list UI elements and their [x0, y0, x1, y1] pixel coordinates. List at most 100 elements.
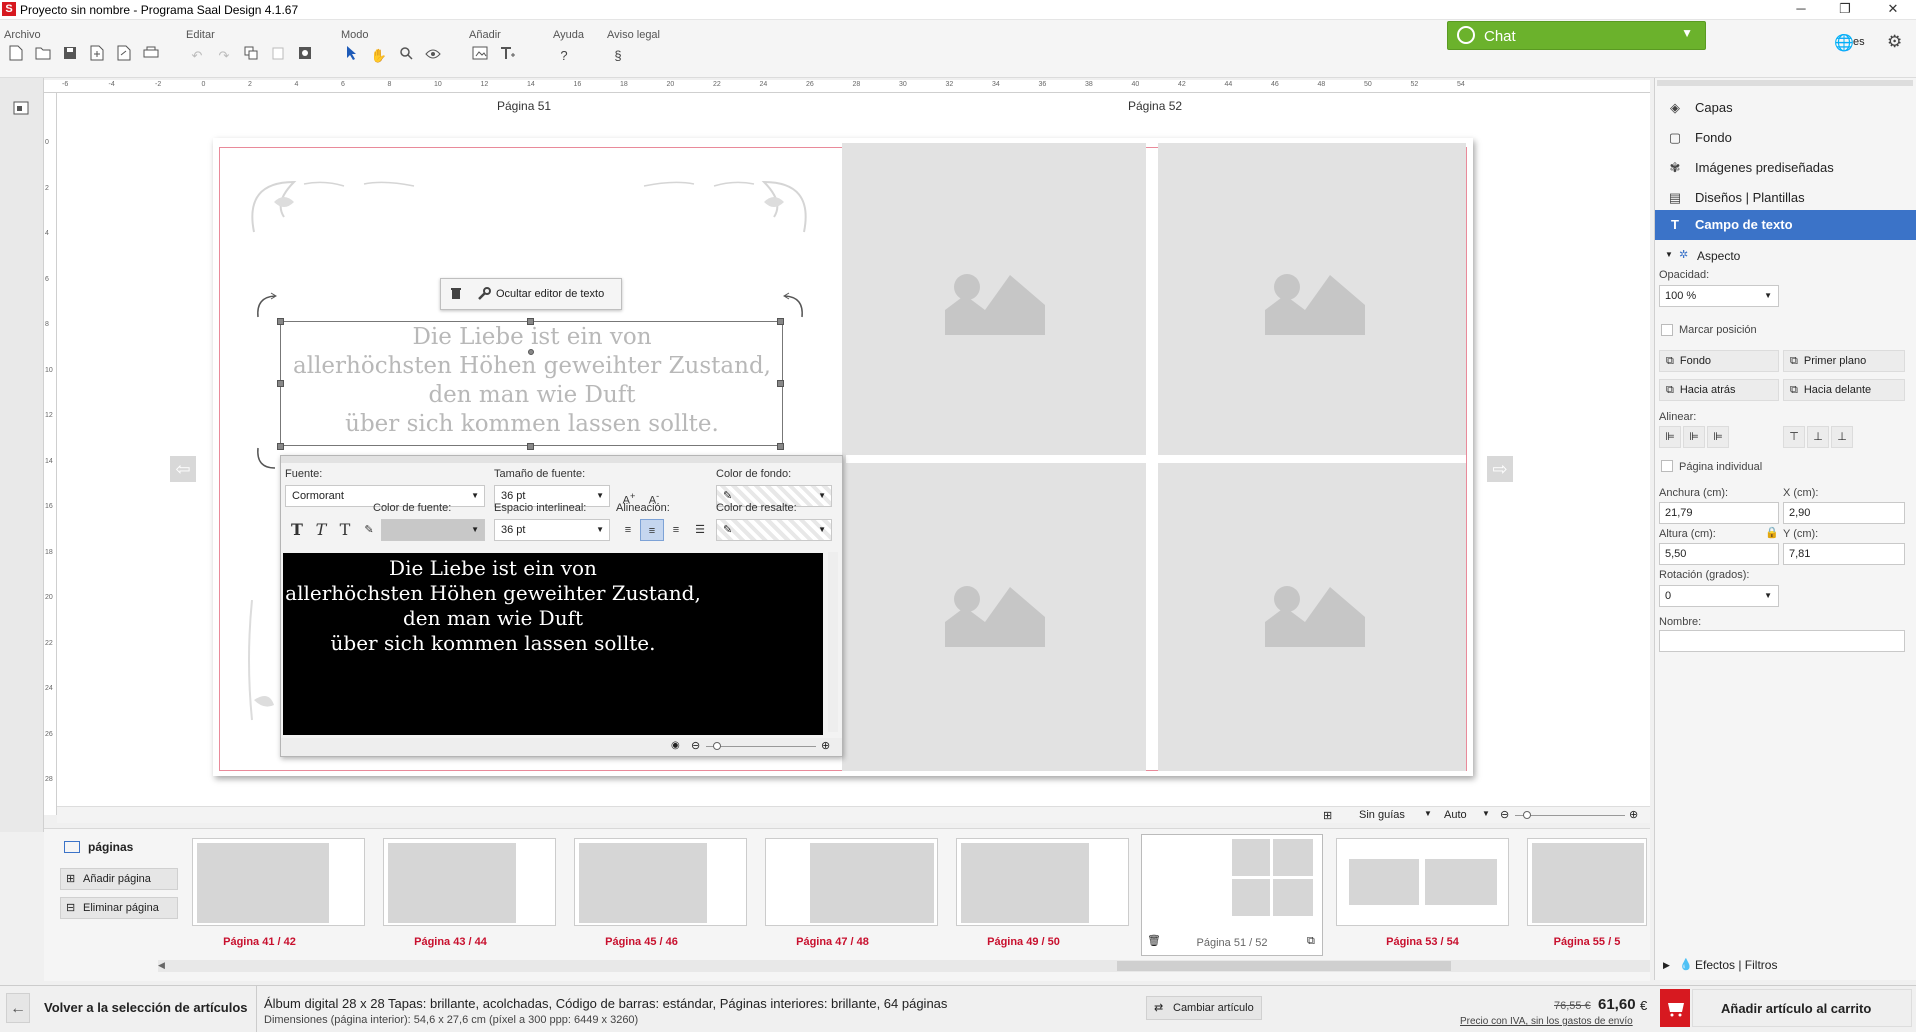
page-thumb-label[interactable]: Página 49 / 50	[937, 936, 1110, 948]
back-arrow-icon[interactable]: ←	[6, 993, 30, 1023]
page-thumb-label[interactable]: Página 47 / 48	[746, 936, 919, 948]
line-spacing-select[interactable]: 36 pt ▼	[494, 519, 610, 541]
zoom-icon[interactable]	[395, 45, 417, 67]
name-input[interactable]	[1659, 630, 1905, 652]
bring-forward-button[interactable]: ⧉ Hacia delante	[1783, 379, 1905, 401]
eyedropper-icon[interactable]: ✎	[357, 519, 381, 541]
eyedropper-icon[interactable]: ✎	[723, 490, 732, 502]
globe-icon[interactable]: 🌐	[1834, 33, 1854, 53]
minimize-button[interactable]: ─	[1778, 0, 1824, 20]
chevron-right-icon[interactable]: ▶	[1663, 960, 1670, 971]
eyedropper-icon[interactable]: ✎	[723, 524, 732, 536]
align-left-icon[interactable]: ≡	[616, 519, 640, 541]
regular-button[interactable]: T	[333, 519, 357, 541]
zoom-in-icon[interactable]: ⊕	[821, 739, 830, 752]
page-options-icon[interactable]: ⧉	[1307, 935, 1315, 948]
hand-pan-icon[interactable]: ✋	[368, 45, 390, 67]
align-vcenter-icon[interactable]: ⊥	[1807, 426, 1829, 448]
close-button[interactable]: ✕	[1870, 0, 1916, 20]
back-to-articles-link[interactable]: Volver a la selección de artículos	[44, 1000, 248, 1015]
align-center-icon[interactable]: ≡	[640, 519, 664, 541]
menu-anadir[interactable]: Añadir	[469, 29, 501, 41]
page-thumb[interactable]	[1336, 838, 1509, 926]
page-thumb-label[interactable]: Página 53 / 54	[1336, 936, 1509, 948]
rotation-select[interactable]: 0 ▼	[1659, 585, 1779, 607]
page-thumb[interactable]	[574, 838, 747, 926]
aspecto-heading[interactable]: Aspecto	[1697, 249, 1740, 263]
resize-handle[interactable]	[777, 443, 784, 450]
undo-icon[interactable]: ↶	[186, 45, 208, 67]
editor-text-area[interactable]: Die Liebe ist ein von allerhöchsten Höhe…	[283, 553, 823, 735]
image-tool-icon[interactable]	[294, 45, 316, 67]
align-right-edge-icon[interactable]: ⊫	[1707, 426, 1729, 448]
rotate-handle-icon[interactable]	[253, 292, 279, 320]
panel-item-text-field[interactable]: T Campo de texto	[1655, 210, 1916, 240]
bold-button[interactable]: T	[285, 519, 309, 541]
panel-handle[interactable]	[1657, 80, 1913, 86]
redo-icon[interactable]: ↷	[213, 45, 235, 67]
panel-item-templates[interactable]: ▤ Diseños | Plantillas	[1655, 183, 1916, 213]
export-icon[interactable]	[113, 45, 135, 67]
page-thumb-label[interactable]: Página 43 / 44	[364, 936, 537, 948]
y-input[interactable]: 7,81	[1783, 543, 1905, 565]
new-file-icon[interactable]	[5, 45, 27, 67]
highlight-color-picker[interactable]: ✎ ▼	[716, 519, 832, 541]
align-left-edge-icon[interactable]: ⊫	[1659, 426, 1681, 448]
align-justify-icon[interactable]: ☰	[688, 519, 712, 541]
lock-icon[interactable]: 🔒	[1765, 526, 1779, 539]
price-note-link[interactable]: Precio con IVA, sin los gastos de envío	[1460, 1016, 1633, 1027]
chevron-left-icon[interactable]: ◀	[158, 960, 165, 971]
panel-item-clipart[interactable]: ✾ Imágenes prediseñadas	[1655, 153, 1916, 183]
resize-handle[interactable]	[527, 443, 534, 450]
editor-zoom-slider[interactable]	[706, 746, 816, 747]
grid-icon[interactable]: ⊞	[1323, 809, 1332, 822]
page-thumb[interactable]	[1527, 838, 1647, 926]
preview-eye-icon[interactable]	[422, 45, 444, 67]
save-as-icon[interactable]	[86, 45, 108, 67]
menu-archivo[interactable]: Archivo	[4, 29, 41, 41]
add-text-icon[interactable]	[496, 45, 518, 67]
guides-select[interactable]: Sin guías	[1359, 809, 1405, 821]
menu-modo[interactable]: Modo	[341, 29, 369, 41]
resize-handle[interactable]	[277, 380, 284, 387]
menu-ayuda[interactable]: Ayuda	[553, 29, 584, 41]
cart-icon[interactable]	[1660, 989, 1690, 1027]
restore-button[interactable]: ❐	[1822, 0, 1868, 20]
height-input[interactable]: 5,50	[1659, 543, 1779, 565]
align-bottom-icon[interactable]: ⊥	[1831, 426, 1853, 448]
resize-handle[interactable]	[777, 380, 784, 387]
zoom-in-icon[interactable]: ⊕	[1629, 808, 1638, 821]
thumb-scrollbar[interactable]: ◀	[158, 960, 1650, 972]
chat-button[interactable]: Chat ▼	[1447, 21, 1706, 50]
remove-page-button[interactable]: ⊟ Eliminar página	[60, 897, 178, 919]
panel-item-fondo[interactable]: ▢ Fondo	[1655, 123, 1916, 153]
print-icon[interactable]	[140, 45, 162, 67]
send-to-back-button[interactable]: ⧉ Fondo	[1659, 350, 1779, 372]
chevron-down-icon[interactable]: ▼	[1665, 250, 1673, 259]
menu-aviso-legal[interactable]: Aviso legal	[607, 29, 660, 41]
single-page-checkbox[interactable]	[1661, 460, 1673, 472]
slider-thumb[interactable]	[1523, 811, 1531, 819]
mark-position-checkbox[interactable]	[1661, 324, 1673, 336]
panel-item-capas[interactable]: ◈ Capas	[1655, 93, 1916, 123]
menu-editar[interactable]: Editar	[186, 29, 215, 41]
align-top-icon[interactable]: ⊤	[1783, 426, 1805, 448]
change-article-button[interactable]: ⇄ Cambiar artículo	[1146, 996, 1262, 1020]
page-thumb[interactable]	[765, 838, 938, 926]
align-right-icon[interactable]: ≡	[664, 519, 688, 541]
chevron-down-icon[interactable]: ▼	[1482, 809, 1490, 818]
rotate-handle-icon[interactable]	[781, 292, 807, 320]
prev-spread-button[interactable]: ⇦	[170, 456, 196, 482]
duplicate-icon[interactable]	[240, 45, 262, 67]
opacity-select[interactable]: 100 % ▼	[1659, 285, 1779, 307]
effects-heading[interactable]: Efectos | Filtros	[1695, 958, 1777, 972]
add-page-button[interactable]: ⊞ Añadir página	[60, 868, 178, 890]
rotate-handle-icon[interactable]	[253, 446, 279, 472]
italic-button[interactable]: T	[309, 519, 333, 541]
paste-icon[interactable]	[267, 45, 289, 67]
add-image-icon[interactable]	[469, 45, 491, 67]
text-frame-content[interactable]: Die Liebe ist ein von allerhöchsten Höhe…	[282, 323, 782, 439]
page-thumb-label[interactable]: Página 41 / 42	[173, 936, 346, 948]
width-input[interactable]: 21,79	[1659, 502, 1779, 524]
editor-drag-handle[interactable]	[281, 456, 842, 463]
